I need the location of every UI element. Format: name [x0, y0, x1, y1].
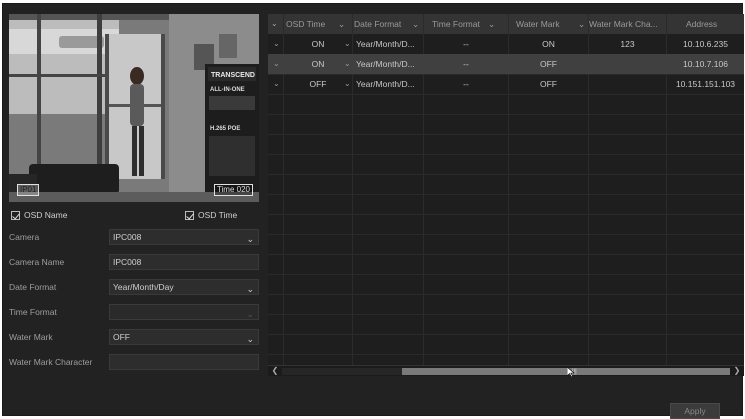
osd-name-label: OSD Name — [24, 210, 68, 220]
chevron-down-icon[interactable]: ⌄ — [246, 232, 254, 246]
cell-address[interactable]: 10.10.6.235 — [667, 34, 744, 54]
checkbox-checked-icon[interactable] — [11, 210, 20, 220]
cell-osd-time[interactable]: OFF — [284, 74, 352, 94]
cell-address[interactable]: 10.151.151.103 — [667, 74, 744, 94]
camera-preview-image: TRANSCEND ALL-IN-ONE H.265 POE — [9, 14, 259, 202]
header-water-mark-char[interactable]: Water Mark Cha... — [589, 14, 665, 34]
chevron-down-icon[interactable]: ⌄ — [344, 74, 351, 94]
water-mark-value: OFF — [113, 332, 130, 342]
chevron-down-icon[interactable]: ⌄ — [273, 74, 280, 94]
cell-date-format[interactable]: Year/Month/D... — [356, 74, 422, 94]
date-format-select[interactable]: Year/Month/Day ⌄ — [109, 279, 259, 295]
header-water-mark[interactable]: Water Mark — [516, 14, 576, 34]
camera-name-row: Camera Name IPC008 — [9, 254, 259, 270]
osd-name-checkbox[interactable]: OSD Name — [11, 210, 67, 220]
cell-time-format[interactable]: -- — [424, 34, 508, 54]
cell-water-mark-char[interactable] — [589, 74, 666, 94]
banner-line-2: ALL-IN-ONE — [210, 87, 245, 93]
cell-water-mark[interactable]: OFF — [509, 74, 588, 94]
table-row[interactable]: ⌄ OFF ⌄ Year/Month/D... -- OFF 10.151.15… — [268, 74, 744, 94]
header-address[interactable]: Address — [686, 14, 736, 34]
cell-time-format[interactable]: -- — [424, 54, 508, 74]
chevron-down-icon[interactable]: ⌄ — [246, 307, 254, 321]
chevron-down-icon[interactable]: ⌄ — [271, 14, 278, 34]
scroll-right-icon[interactable]: ❯ — [732, 366, 742, 376]
chevron-down-icon[interactable]: ⌄ — [412, 14, 422, 34]
banner-line-3: H.265 POE — [210, 126, 240, 132]
osd-time-label: OSD Time — [198, 210, 238, 220]
chevron-down-icon[interactable]: ⌄ — [578, 14, 588, 34]
scrollbar-track[interactable]: ||| — [282, 368, 730, 375]
cell-water-mark-char[interactable]: 123 — [589, 34, 666, 54]
mouse-cursor-icon — [567, 367, 575, 377]
date-format-row: Date Format Year/Month/Day ⌄ — [9, 279, 259, 295]
water-mark-char-input[interactable] — [109, 354, 259, 370]
osd-settings-window: TRANSCEND ALL-IN-ONE H.265 POE IP01 Time… — [2, 3, 744, 419]
chevron-down-icon[interactable]: ⌄ — [344, 34, 351, 54]
camera-preview: TRANSCEND ALL-IN-ONE H.265 POE IP01 Time… — [9, 14, 259, 202]
camera-row: Camera IPC008 ⌄ — [9, 229, 259, 245]
osd-time-checkbox[interactable]: OSD Time — [185, 210, 237, 220]
chevron-down-icon[interactable]: ⌄ — [246, 282, 254, 296]
table-header: ⌄ OSD Time ⌄ Date Format ⌄ Time Format ⌄… — [268, 14, 744, 34]
header-time-format[interactable]: Time Format — [432, 14, 492, 34]
chevron-down-icon[interactable]: ⌄ — [273, 54, 280, 74]
chevron-down-icon[interactable]: ⌄ — [344, 54, 351, 74]
water-mark-char-row: Water Mark Character — [9, 354, 259, 370]
time-format-label: Time Format — [9, 307, 57, 317]
table-row[interactable]: ⌄ ON ⌄ Year/Month/D... -- ON 123 10.10.6… — [268, 34, 744, 54]
water-mark-row: Water Mark OFF ⌄ — [9, 329, 259, 345]
osd-time-overlay[interactable]: Time 020 — [213, 184, 253, 196]
apply-button[interactable]: Apply — [670, 403, 720, 419]
chevron-down-icon[interactable]: ⌄ — [246, 332, 254, 346]
scroll-left-icon[interactable]: ❮ — [270, 366, 280, 376]
camera-value: IPC008 — [113, 232, 142, 242]
camera-select[interactable]: IPC008 ⌄ — [109, 229, 259, 245]
date-format-value: Year/Month/Day — [113, 282, 174, 292]
cell-water-mark[interactable]: OFF — [509, 54, 588, 74]
cell-address[interactable]: 10.10.7.106 — [667, 54, 744, 74]
camera-label: Camera — [9, 232, 40, 242]
scrollbar-thumb[interactable]: ||| — [402, 368, 730, 375]
table-horizontal-scrollbar[interactable]: ❮ ||| ❯ — [268, 365, 744, 376]
time-format-row: Time Format ⌄ — [9, 304, 259, 320]
banner-brand: TRANSCEND — [211, 72, 255, 79]
water-mark-char-label: Water Mark Character — [9, 357, 93, 367]
osd-table: ⌄ OSD Time ⌄ Date Format ⌄ Time Format ⌄… — [268, 14, 744, 365]
select-all-dropdown[interactable]: ⌄ — [268, 14, 284, 34]
cell-osd-time[interactable]: ON — [284, 54, 352, 74]
cell-water-mark[interactable]: ON — [509, 34, 588, 54]
cell-osd-time[interactable]: ON — [284, 34, 352, 54]
cell-time-format[interactable]: -- — [424, 74, 508, 94]
chevron-down-icon[interactable]: ⌄ — [273, 34, 280, 54]
checkbox-checked-icon[interactable] — [185, 210, 194, 220]
cell-date-format[interactable]: Year/Month/D... — [356, 34, 422, 54]
time-format-select[interactable]: ⌄ — [109, 304, 259, 320]
water-mark-label: Water Mark — [9, 332, 53, 342]
osd-name-overlay[interactable]: IP01 — [17, 184, 40, 196]
header-date-format[interactable]: Date Format — [354, 14, 420, 34]
date-format-label: Date Format — [9, 282, 57, 292]
camera-name-label: Camera Name — [9, 257, 65, 267]
cell-date-format[interactable]: Year/Month/D... — [356, 54, 422, 74]
chevron-down-icon[interactable]: ⌄ — [338, 14, 348, 34]
chevron-down-icon[interactable]: ⌄ — [488, 14, 498, 34]
water-mark-select[interactable]: OFF ⌄ — [109, 329, 259, 345]
camera-name-value: IPC008 — [113, 257, 142, 267]
table-row-selected[interactable]: ⌄ ON ⌄ Year/Month/D... -- OFF 10.10.7.10… — [268, 54, 744, 74]
camera-name-input[interactable]: IPC008 — [109, 254, 259, 270]
cell-water-mark-char[interactable] — [589, 54, 666, 74]
